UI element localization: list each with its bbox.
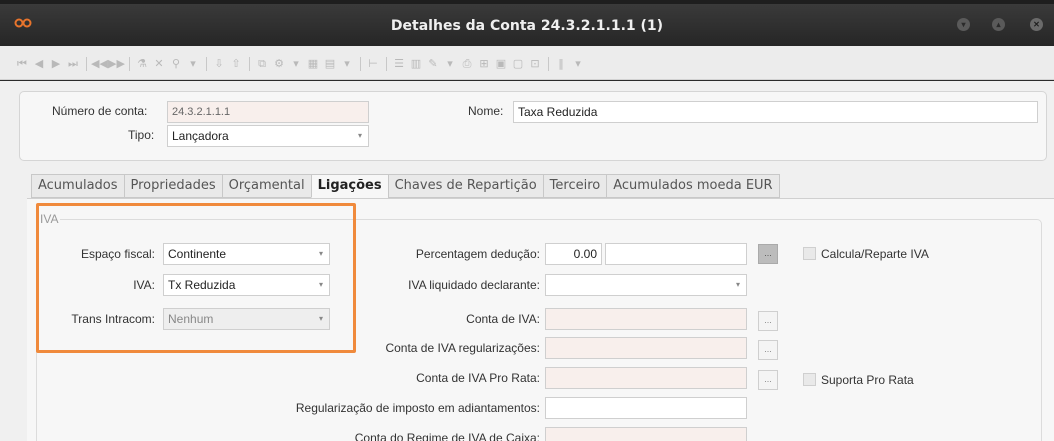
close-button[interactable]: ✕ bbox=[1030, 18, 1043, 31]
maximize-button[interactable]: ▴ bbox=[992, 18, 1005, 31]
tab-acumulados-moeda-eur[interactable]: Acumulados moeda EUR bbox=[606, 174, 780, 198]
trans-intracom-value: Nenhum bbox=[168, 312, 214, 326]
tab-ligacoes[interactable]: Ligações bbox=[310, 174, 388, 198]
copy-icon[interactable]: ⧉ bbox=[254, 57, 270, 71]
chart-icon[interactable]: ▦ bbox=[305, 57, 321, 71]
chevron-down-icon: ▾ bbox=[735, 280, 740, 289]
percentagem-lookup-button[interactable]: ... bbox=[758, 244, 778, 264]
conta-iva-regularizacoes-label: Conta de IVA regularizações: bbox=[385, 341, 540, 355]
dropdown-icon[interactable]: ▾ bbox=[339, 57, 355, 71]
conta-reg-lookup-button[interactable]: ... bbox=[758, 340, 778, 360]
document-icon[interactable]: ▢ bbox=[510, 57, 526, 71]
window-title: Detalhes da Conta 24.3.2.1.1.1 (1) bbox=[390, 18, 664, 34]
more-icon[interactable]: ‖ bbox=[553, 57, 569, 71]
settings-icon[interactable]: ⚙ bbox=[271, 57, 287, 71]
calcula-reparte-checkbox[interactable] bbox=[803, 247, 816, 260]
tipo-label: Tipo: bbox=[128, 128, 155, 142]
import-icon[interactable]: ⇩ bbox=[211, 57, 227, 71]
nome-label: Nome: bbox=[468, 104, 504, 118]
export-icon[interactable]: ⇧ bbox=[228, 57, 244, 71]
suporta-pro-rata-label: Suporta Pro Rata bbox=[821, 373, 914, 387]
conta-iva-lookup-button[interactable]: ... bbox=[758, 311, 778, 331]
tree-icon[interactable]: ⊢ bbox=[365, 57, 381, 71]
dropdown-icon[interactable]: ▾ bbox=[570, 57, 586, 71]
tab-terceiro[interactable]: Terceiro bbox=[542, 174, 607, 198]
list-icon[interactable]: ☰ bbox=[391, 57, 407, 71]
dropdown-icon[interactable]: ▾ bbox=[185, 57, 201, 71]
next-record-icon[interactable]: ▶ bbox=[48, 57, 64, 71]
clear-filter-icon[interactable]: ✕ bbox=[151, 57, 167, 71]
report-icon[interactable]: ▤ bbox=[322, 57, 338, 71]
espaco-fiscal-value: Continente bbox=[168, 247, 227, 261]
dropdown-icon[interactable]: ▾ bbox=[442, 57, 458, 71]
iva-select-value: Tx Reduzida bbox=[168, 278, 236, 292]
conta-iva-pro-rata-field bbox=[545, 367, 747, 389]
forward-icon[interactable]: ▶▶ bbox=[108, 57, 125, 71]
hierarchy-icon[interactable]: ⊞ bbox=[476, 57, 492, 71]
numero-conta-field: 24.3.2.1.1.1 bbox=[167, 101, 369, 123]
content-area: Número de conta: 24.3.2.1.1.1 Tipo: Lanç… bbox=[0, 81, 1054, 441]
percentagem-deducao-label: Percentagem dedução: bbox=[415, 247, 540, 261]
tab-chaves-de-reparticao[interactable]: Chaves de Repartição bbox=[387, 174, 543, 198]
chevron-down-icon: ▾ bbox=[357, 131, 362, 140]
first-record-icon[interactable]: ⏮ bbox=[14, 57, 30, 71]
attach-icon[interactable]: ⊡ bbox=[527, 57, 543, 71]
tools-icon[interactable]: ✎ bbox=[425, 57, 441, 71]
tab-propriedades[interactable]: Propriedades bbox=[123, 174, 222, 198]
iva-label: IVA: bbox=[133, 278, 155, 292]
regularizacao-adiantamentos-label: Regularização de imposto em adiantamento… bbox=[295, 401, 540, 415]
suporta-pro-rata-checkbox[interactable] bbox=[803, 373, 816, 386]
percentagem-deducao-input[interactable]: 0.00 bbox=[545, 243, 602, 265]
print-icon[interactable]: ⎙ bbox=[459, 57, 475, 71]
numero-conta-label: Número de conta: bbox=[52, 104, 148, 118]
minimize-button[interactable]: ▾ bbox=[957, 18, 970, 31]
conta-prorata-lookup-button[interactable]: ... bbox=[758, 370, 778, 390]
table-icon[interactable]: ▣ bbox=[493, 57, 509, 71]
previous-record-icon[interactable]: ◀ bbox=[31, 57, 47, 71]
tab-orcamental[interactable]: Orçamental bbox=[221, 174, 311, 198]
last-record-icon[interactable]: ⏭ bbox=[65, 57, 81, 71]
trans-intracom-label: Trans Intracom: bbox=[71, 312, 155, 326]
regime-iva-caixa-field bbox=[545, 427, 747, 441]
conta-iva-field bbox=[545, 308, 747, 330]
regime-iva-caixa-label: Conta do Regime de IVA de Caixa: bbox=[354, 431, 540, 441]
rewind-icon[interactable]: ◀◀ bbox=[91, 57, 108, 71]
conta-iva-label: Conta de IVA: bbox=[466, 312, 540, 326]
grid-icon[interactable]: ▥ bbox=[408, 57, 424, 71]
tipo-select-value: Lançadora bbox=[172, 129, 229, 143]
window-titlebar: Detalhes da Conta 24.3.2.1.1.1 (1) ▾ ▴ ✕ bbox=[0, 0, 1054, 46]
regularizacao-adiantamentos-input[interactable] bbox=[545, 397, 747, 419]
calcula-reparte-label: Calcula/Reparte IVA bbox=[821, 247, 929, 261]
find-icon[interactable]: ⚲ bbox=[168, 57, 184, 71]
filter-icon[interactable]: ⚗ bbox=[134, 57, 150, 71]
iva-group-title: IVA bbox=[38, 212, 61, 226]
dropdown-icon[interactable]: ▾ bbox=[288, 57, 304, 71]
percentagem-extra-field[interactable] bbox=[605, 243, 747, 265]
header-panel: Número de conta: 24.3.2.1.1.1 Tipo: Lanç… bbox=[19, 91, 1047, 161]
tab-bar: Acumulados Propriedades Orçamental Ligações… bbox=[31, 174, 780, 198]
toolbar: ⏮ ◀ ▶ ⏭ ◀◀ ▶▶ ⚗ ✕ ⚲ ▾ ⇩ ⇧ ⧉ ⚙ ▾ ▦ ▤ ▾ ⊢ … bbox=[0, 46, 1054, 80]
iva-liquidado-select[interactable]: ▾ bbox=[545, 274, 747, 296]
iva-liquidado-label: IVA liquidado declarante: bbox=[408, 278, 540, 292]
nome-input[interactable]: Taxa Reduzida bbox=[513, 101, 1038, 123]
tab-acumulados[interactable]: Acumulados bbox=[31, 174, 124, 198]
espaco-fiscal-label: Espaço fiscal: bbox=[80, 247, 155, 261]
ligacoes-panel: IVA Espaço fiscal: Continente ▾ IVA: Tx … bbox=[27, 198, 1054, 441]
conta-iva-pro-rata-label: Conta de IVA Pro Rata: bbox=[416, 371, 540, 385]
conta-iva-regularizacoes-field bbox=[545, 337, 747, 359]
tipo-select[interactable]: Lançadora ▾ bbox=[167, 125, 369, 147]
